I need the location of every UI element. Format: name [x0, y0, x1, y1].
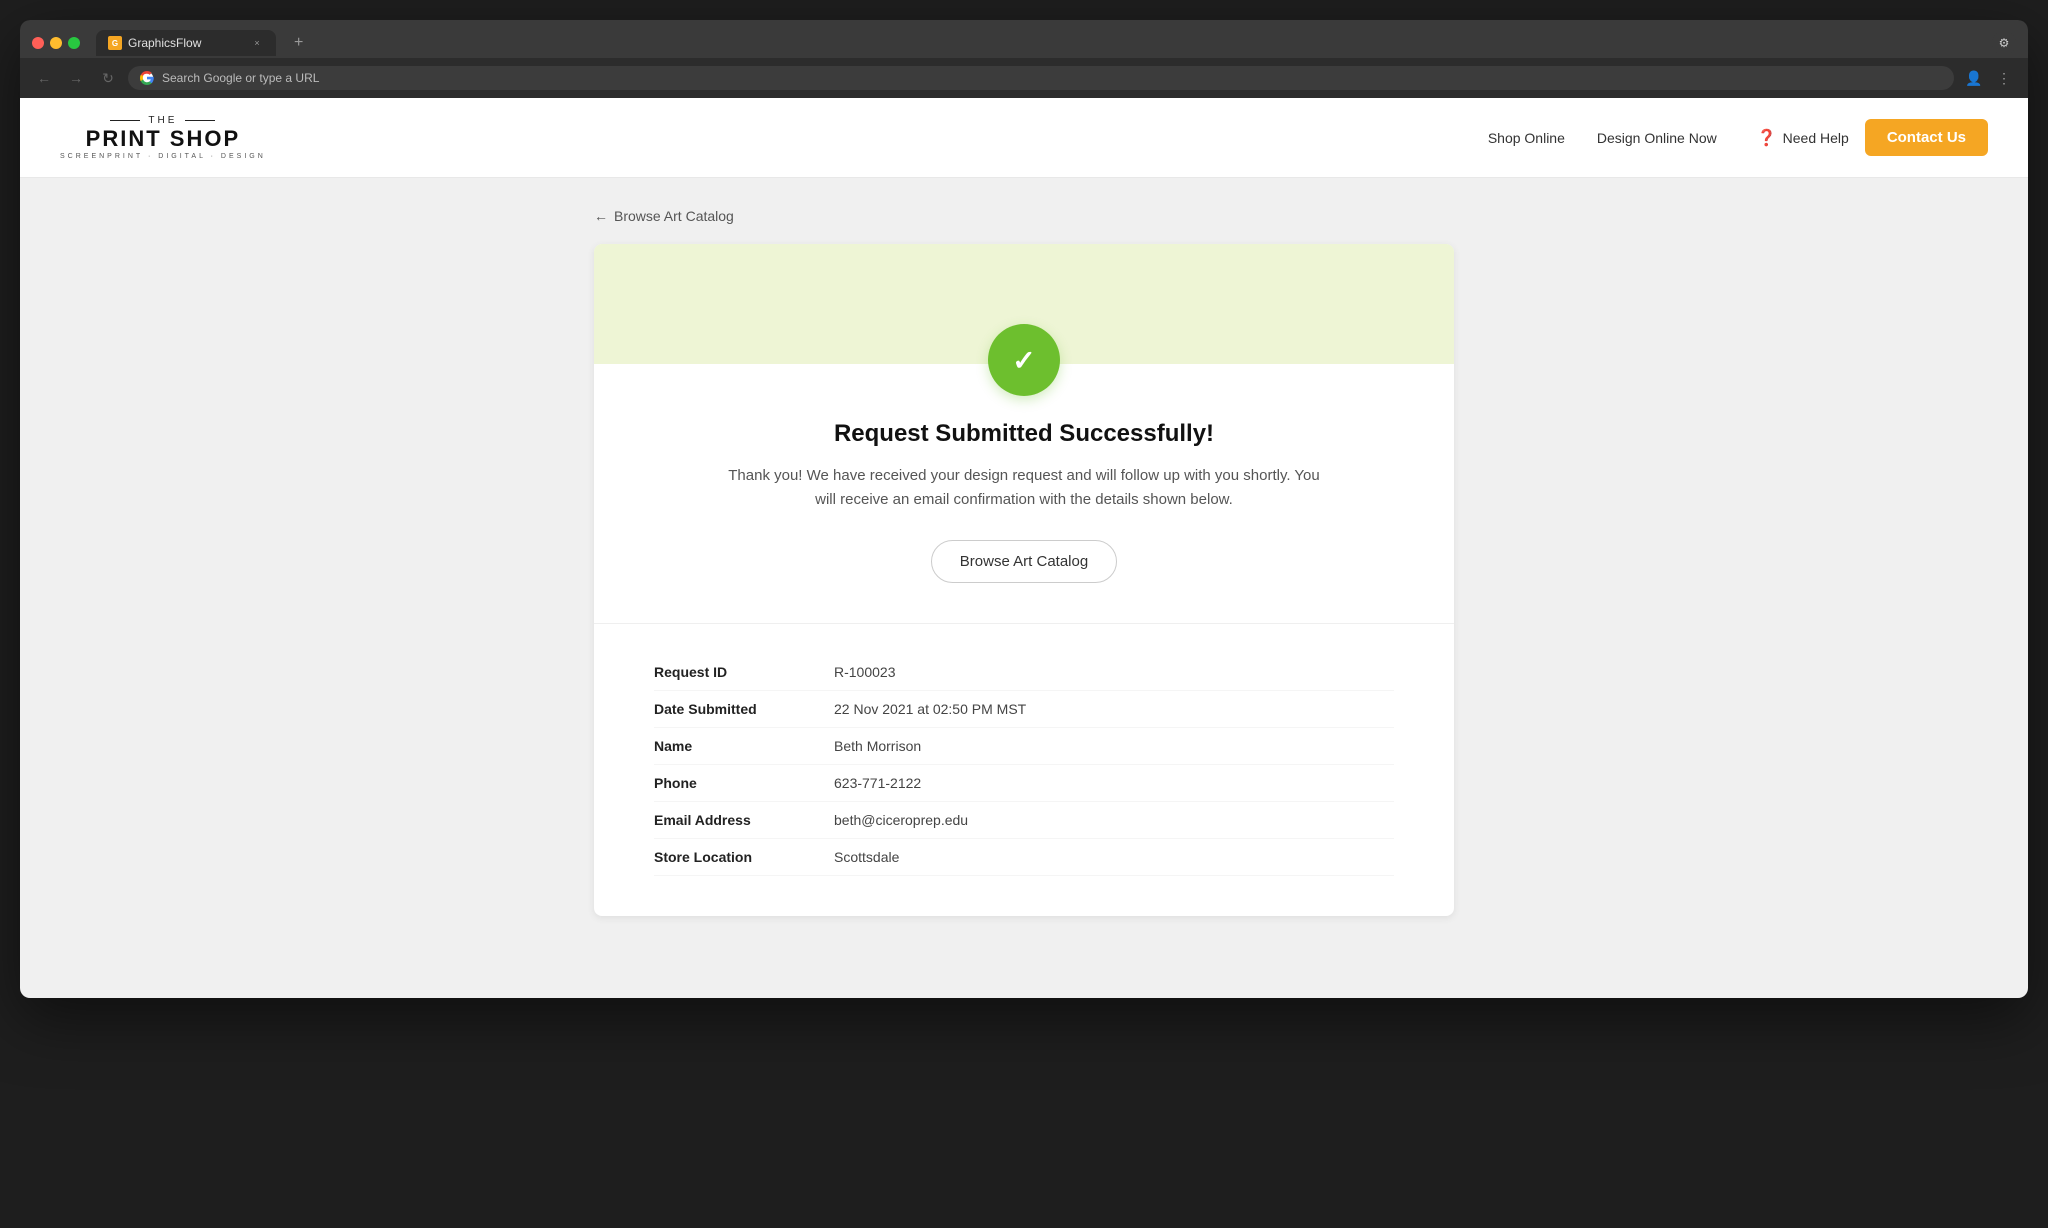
browse-art-catalog-button[interactable]: Browse Art Catalog [931, 540, 1117, 583]
traffic-lights [32, 37, 80, 49]
contact-us-button[interactable]: Contact Us [1865, 119, 1988, 156]
address-bar-row: ← → ↻ Search Google or type a URL 👤 ⋮ [20, 58, 2028, 98]
logo-main-text: PRINT SHOP [86, 128, 240, 150]
back-button[interactable]: ← [32, 66, 56, 90]
browser-settings-icon[interactable]: ⚙ [1992, 31, 2016, 55]
nav-design-online[interactable]: Design Online Now [1597, 130, 1717, 146]
minimize-light[interactable] [50, 37, 62, 49]
new-tab-button[interactable]: + [284, 28, 313, 58]
success-icon: ✓ [988, 324, 1060, 396]
site-header: THE PRINT SHOP SCREENPRINT · DIGITAL · D… [20, 98, 2028, 178]
detail-value-request-id: R-100023 [834, 664, 896, 680]
detail-label-store: Store Location [654, 849, 834, 865]
logo-line-right [185, 120, 215, 121]
main-nav: Shop Online Design Online Now [1488, 130, 1717, 146]
success-card: ✓ Request Submitted Successfully! Thank … [594, 244, 1454, 916]
detail-row-phone: Phone 623-771-2122 [654, 765, 1394, 802]
detail-value-email: beth@ciceroprep.edu [834, 812, 968, 828]
detail-label-name: Name [654, 738, 834, 754]
detail-label-email: Email Address [654, 812, 834, 828]
success-icon-wrapper: ✓ [594, 324, 1454, 396]
tab-close-button[interactable]: × [250, 36, 264, 50]
url-bar[interactable]: Search Google or type a URL [128, 66, 1954, 90]
success-description: Thank you! We have received your design … [724, 464, 1324, 512]
back-arrow-icon: ← [594, 208, 608, 224]
detail-row-name: Name Beth Morrison [654, 728, 1394, 765]
refresh-button[interactable]: ↻ [96, 66, 120, 90]
breadcrumb-text: Browse Art Catalog [614, 208, 734, 224]
detail-value-phone: 623-771-2122 [834, 775, 921, 791]
tab-favicon: G [108, 36, 122, 50]
browser-actions: 👤 ⋮ [1962, 66, 2016, 90]
detail-label-date: Date Submitted [654, 701, 834, 717]
detail-value-name: Beth Morrison [834, 738, 921, 754]
logo-the-text: THE [148, 115, 177, 126]
card-body: Request Submitted Successfully! Thank yo… [594, 396, 1454, 623]
nav-shop-online[interactable]: Shop Online [1488, 130, 1565, 146]
logo-sub-text: SCREENPRINT · DIGITAL · DESIGN [60, 153, 266, 160]
website-content: THE PRINT SHOP SCREENPRINT · DIGITAL · D… [20, 98, 2028, 998]
google-favicon-icon [140, 71, 154, 85]
close-light[interactable] [32, 37, 44, 49]
active-tab[interactable]: G GraphicsFlow × [96, 30, 276, 56]
need-help-text: Need Help [1783, 130, 1849, 146]
detail-label-request-id: Request ID [654, 664, 834, 680]
address-text: Search Google or type a URL [162, 71, 319, 85]
forward-button[interactable]: → [64, 66, 88, 90]
success-title: Request Submitted Successfully! [654, 420, 1394, 448]
help-circle-icon: ❓ [1757, 128, 1777, 148]
need-help-link[interactable]: ❓ Need Help [1757, 128, 1849, 148]
header-actions: ❓ Need Help Contact Us [1757, 119, 1988, 156]
logo: THE PRINT SHOP SCREENPRINT · DIGITAL · D… [60, 115, 266, 160]
page-content: ← Browse Art Catalog ✓ Request Submitted… [574, 178, 1474, 976]
detail-row-store: Store Location Scottsdale [654, 839, 1394, 876]
logo-line-left [110, 120, 140, 121]
details-section: Request ID R-100023 Date Submitted 22 No… [594, 623, 1454, 916]
detail-row-request-id: Request ID R-100023 [654, 654, 1394, 691]
detail-label-phone: Phone [654, 775, 834, 791]
detail-row-date: Date Submitted 22 Nov 2021 at 02:50 PM M… [654, 691, 1394, 728]
detail-value-store: Scottsdale [834, 849, 899, 865]
tab-title: GraphicsFlow [128, 36, 201, 50]
profile-button[interactable]: 👤 [1962, 66, 1986, 90]
detail-value-date: 22 Nov 2021 at 02:50 PM MST [834, 701, 1026, 717]
logo-top: THE [110, 115, 215, 126]
more-options-button[interactable]: ⋮ [1992, 66, 2016, 90]
checkmark-icon: ✓ [1012, 344, 1035, 377]
fullscreen-light[interactable] [68, 37, 80, 49]
breadcrumb-link[interactable]: ← Browse Art Catalog [594, 208, 734, 224]
detail-row-email: Email Address beth@ciceroprep.edu [654, 802, 1394, 839]
